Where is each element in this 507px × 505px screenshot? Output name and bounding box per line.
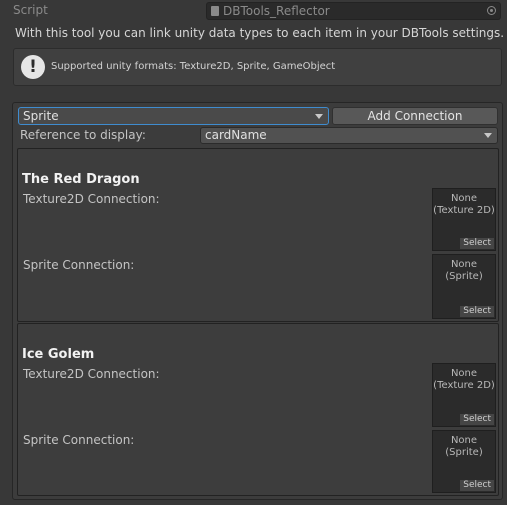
help-box: ! Supported unity formats: Texture2D, Sp… <box>13 48 502 86</box>
script-field[interactable]: DBTools_Reflector <box>206 2 501 20</box>
sprite-select-button[interactable]: Select <box>460 480 494 491</box>
texture-field-none: None <box>450 193 478 204</box>
sprite-field-none: None <box>450 435 478 446</box>
script-row: Script DBTools_Reflector <box>0 0 507 21</box>
texture-field-type: (Texture 2D) <box>433 380 495 391</box>
info-icon: ! <box>21 55 45 79</box>
sprite-select-button[interactable]: Select <box>460 306 494 317</box>
sprite-object-field[interactable]: None (Sprite) Select <box>432 430 496 493</box>
sprite-field-type: (Sprite) <box>445 271 483 282</box>
chevron-down-icon <box>484 133 492 138</box>
connections-panel: Sprite Add Connection Reference to displ… <box>12 102 503 500</box>
sprite-field-none: None <box>450 259 478 270</box>
texture-field-type: (Texture 2D) <box>433 205 495 216</box>
texture-object-field[interactable]: None (Texture 2D) Select <box>432 188 496 251</box>
texture-select-button[interactable]: Select <box>460 238 494 249</box>
add-connection-button[interactable]: Add Connection <box>332 107 498 125</box>
type-dropdown-value: Sprite <box>23 109 59 123</box>
reference-dropdown[interactable]: cardName <box>200 127 498 144</box>
texture-object-field[interactable]: None (Texture 2D) Select <box>432 363 496 427</box>
reference-label: Reference to display: <box>20 128 146 142</box>
sprite-connection-label: Sprite Connection: <box>23 258 135 272</box>
texture-connection-label: Texture2D Connection: <box>23 192 160 206</box>
object-picker-dot <box>490 9 493 12</box>
help-box-text: Supported unity formats: Texture2D, Spri… <box>51 61 336 72</box>
item-title: Ice Golem <box>22 347 95 362</box>
chevron-down-icon <box>315 114 323 119</box>
script-file-icon <box>211 6 219 16</box>
item-panel: Ice Golem Texture2D Connection: None (Te… <box>17 323 499 496</box>
texture-select-button[interactable]: Select <box>460 414 494 425</box>
sprite-object-field[interactable]: None (Sprite) Select <box>432 254 496 319</box>
item-panel: The Red Dragon Texture2D Connection: Non… <box>17 148 499 322</box>
object-picker-icon[interactable] <box>487 6 496 15</box>
item-title: The Red Dragon <box>22 172 140 187</box>
script-value: DBTools_Reflector <box>223 4 330 18</box>
type-dropdown[interactable]: Sprite <box>18 107 329 125</box>
reference-dropdown-value: cardName <box>205 128 267 142</box>
tool-description: With this tool you can link unity data t… <box>15 26 505 40</box>
script-label: Script <box>13 3 48 17</box>
sprite-field-type: (Sprite) <box>445 447 483 458</box>
texture-field-none: None <box>450 368 478 379</box>
sprite-connection-label: Sprite Connection: <box>23 433 135 447</box>
texture-connection-label: Texture2D Connection: <box>23 367 160 381</box>
